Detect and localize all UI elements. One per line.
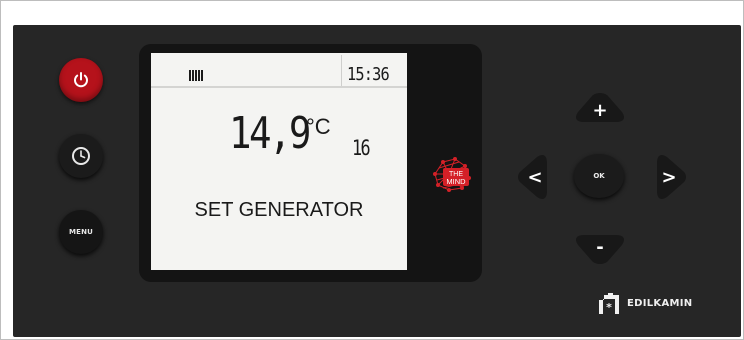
mind-logo-line2: MIND — [446, 177, 466, 186]
up-button[interactable]: + — [574, 92, 626, 124]
control-panel-frame: MENU 15:36 14,9 °C 16 SET GENERATOR THE … — [0, 0, 744, 340]
brand-logo: * EDILKAMIN — [597, 292, 692, 314]
lcd-secondary-value: 16 — [352, 136, 371, 160]
up-button-label: + — [592, 100, 607, 121]
menu-button[interactable]: MENU — [59, 210, 103, 254]
left-button[interactable]: < — [517, 153, 549, 201]
brand-name: EDILKAMIN — [627, 297, 693, 309]
left-button-label: < — [527, 167, 542, 188]
the-mind-logo: THE MIND — [433, 157, 471, 192]
bar-indicator-icon — [189, 70, 203, 81]
lcd-screen: 15:36 14,9 °C 16 SET GENERATOR — [151, 53, 407, 270]
menu-button-label: MENU — [68, 228, 94, 236]
right-button[interactable]: > — [655, 153, 687, 201]
lcd-message: SET GENERATOR — [194, 199, 364, 221]
power-icon — [74, 72, 88, 88]
down-button-label: - — [596, 237, 603, 258]
display-bezel: 15:36 14,9 °C 16 SET GENERATOR THE MIND — [139, 44, 482, 282]
lcd-divider — [151, 86, 407, 88]
down-button[interactable]: - — [574, 233, 626, 265]
ok-button-label: OK — [593, 172, 605, 180]
ok-button[interactable]: OK — [574, 154, 624, 198]
clock-icon — [72, 147, 90, 165]
right-button-label: > — [661, 167, 676, 188]
lcd-temperature: 14,9 — [229, 108, 311, 159]
clock-button[interactable] — [59, 134, 103, 178]
lcd-separator — [341, 55, 342, 86]
lcd-time: 15:36 — [347, 64, 390, 85]
svg-text:*: * — [606, 301, 612, 314]
lcd-temperature-unit: °C — [306, 114, 331, 139]
edilkamin-logo-icon: * — [599, 293, 619, 314]
power-button[interactable] — [59, 58, 103, 102]
